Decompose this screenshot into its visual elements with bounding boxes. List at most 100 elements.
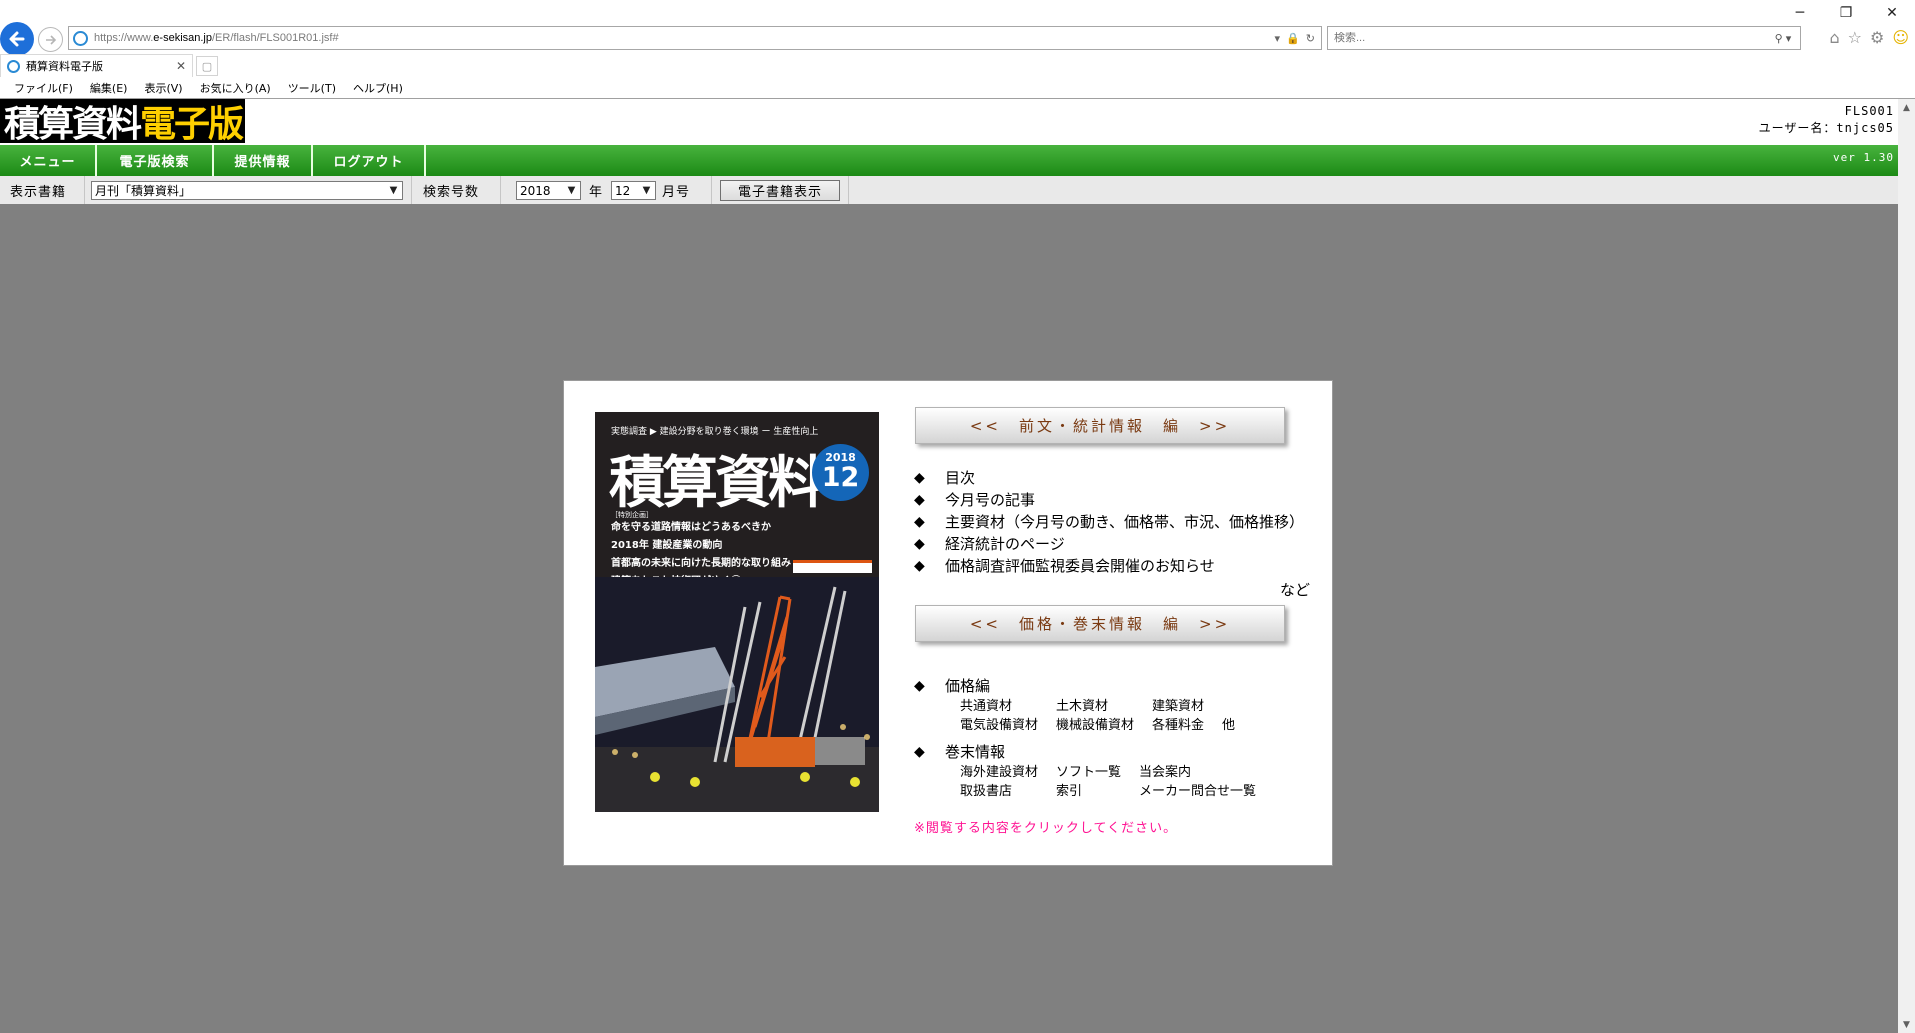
diamond-bullet-icon: ◆ — [914, 470, 925, 486]
list-item[interactable]: ◆ 今月号の記事 — [914, 489, 1304, 511]
price-item[interactable]: 建築資材 — [1152, 697, 1204, 716]
price-item[interactable]: 共通資材 — [960, 697, 1056, 716]
site-navbar: メニュー 電子版検索 提供情報 ログアウト ver 1.30 — [0, 145, 1898, 176]
cover-crane-photo — [595, 577, 879, 812]
tab-close-icon[interactable]: ✕ — [176, 59, 186, 73]
show-ebook-button[interactable]: 電子書籍表示 — [720, 180, 840, 201]
cover-title: 積算資料 — [609, 450, 824, 516]
menu-tools[interactable]: ツール(T) — [288, 80, 336, 96]
settings-gear-icon[interactable]: ⚙ — [1870, 28, 1884, 47]
ie-page-icon — [73, 30, 88, 46]
browser-menubar: ファイル(F) 編集(E) 表示(V) お気に入り(A) ツール(T) ヘルプ(… — [0, 78, 1915, 98]
dropdown-icon[interactable]: ▾ — [1275, 32, 1281, 45]
search-icon[interactable]: ⚲ ▾ — [1766, 32, 1800, 45]
price-item[interactable]: 電気設備資材 — [960, 716, 1056, 735]
back-arrow-icon — [9, 31, 25, 47]
price-item[interactable]: 機械設備資材 — [1056, 716, 1152, 735]
chevron-down-icon: ▼ — [567, 185, 576, 196]
content-card: 実態調査 ▶ 建設分野を取り巻く環境 ー 生産性向上 積算資料 2018 12 … — [563, 380, 1333, 866]
user-name: ユーザー名：tnjcs05 — [1758, 121, 1894, 135]
month-suffix: 月号 — [662, 184, 691, 200]
year-select[interactable]: 2018 ▼ — [516, 181, 581, 200]
diamond-bullet-icon: ◆ — [914, 558, 925, 574]
diamond-bullet-icon: ◆ — [914, 514, 925, 530]
nav-logout[interactable]: ログアウト — [313, 145, 426, 176]
tab-ie-icon — [7, 59, 20, 73]
diamond-bullet-icon: ◆ — [914, 536, 925, 552]
year-suffix: 年 — [589, 184, 604, 200]
book-label: 表示書籍 — [10, 184, 67, 200]
appendix-heading[interactable]: 巻末情報 — [945, 741, 1005, 763]
vertical-scrollbar[interactable]: ▲ ▼ — [1898, 99, 1915, 1033]
appendix-item[interactable]: ソフト一覧 — [1056, 763, 1139, 782]
appendix-item[interactable]: 取扱書店 — [960, 782, 1056, 801]
list-item[interactable]: ◆ 価格調査評価監視委員会開催のお知らせ — [914, 555, 1304, 577]
section1-item-list: ◆ 目次 ◆ 今月号の記事 ◆ 主要資材（今月号の動き、価格帯、市況、価格推移） ◆ 経… — [914, 467, 1304, 577]
appendix-group: ◆ 巻末情報 海外建設資材 ソフト一覧 当会案内 取扱書店 索引 メーカー問合せ一覧 — [914, 741, 1256, 801]
scroll-up-icon[interactable]: ▲ — [1898, 99, 1915, 116]
restore-button[interactable]: ❐ — [1823, 0, 1869, 26]
browser-search-box[interactable]: ⚲ ▾ — [1327, 26, 1801, 50]
nav-menu[interactable]: メニュー — [0, 145, 97, 176]
browser-tool-icons: ⌂ ☆ ⚙ ☺ — [1829, 28, 1909, 47]
filter-bar: 表示書籍 月刊「積算資料」 ▼ 検索号数 2018 ▼ 年 12 ▼ 月号 電子… — [0, 176, 1898, 204]
back-button[interactable] — [0, 22, 34, 56]
menu-file[interactable]: ファイル(F) — [14, 80, 73, 96]
refresh-icon[interactable]: ↻ — [1306, 32, 1315, 45]
minimize-button[interactable]: ─ — [1777, 0, 1823, 26]
book-select[interactable]: 月刊「積算資料」 ▼ — [91, 181, 403, 200]
appendix-item[interactable]: 当会案内 — [1139, 763, 1191, 782]
page-viewport: 積算資料 電子版 FLS001 ユーザー名：tnjcs05 メニュー 電子版検索 … — [0, 99, 1898, 1033]
price-item[interactable]: 各種料金 — [1152, 716, 1222, 735]
price-group: ◆ 価格編 共通資材 土木資材 建築資材 電気設備資材 機械設備資材 各種料金他 — [914, 675, 1235, 735]
list-item[interactable]: ◆ 目次 — [914, 467, 1304, 489]
scroll-down-icon[interactable]: ▼ — [1898, 1016, 1915, 1033]
browser-tab-active[interactable]: 積算資料電子版 ✕ — [0, 54, 193, 77]
appendix-item[interactable]: 索引 — [1056, 782, 1139, 801]
menu-edit[interactable]: 編集(E) — [90, 80, 128, 96]
appendix-item[interactable]: メーカー問合せ一覧 — [1139, 782, 1256, 801]
etc-label: など — [1280, 581, 1311, 599]
list-item[interactable]: ◆ 経済統計のページ — [914, 533, 1304, 555]
favorites-star-icon[interactable]: ☆ — [1848, 28, 1862, 47]
version-label: ver 1.30 — [1833, 151, 1894, 164]
close-window-button[interactable]: ✕ — [1869, 0, 1915, 26]
magazine-cover[interactable]: 実態調査 ▶ 建設分野を取り巻く環境 ー 生産性向上 積算資料 2018 12 … — [595, 412, 879, 812]
price-heading[interactable]: 価格編 — [945, 675, 990, 697]
menu-favorites[interactable]: お気に入り(A) — [200, 80, 271, 96]
site-logo: 積算資料 電子版 — [0, 99, 245, 145]
price-item[interactable]: 他 — [1222, 716, 1235, 735]
cover-series-line: 実態調査 ▶ 建設分野を取り巻く環境 ー 生産性向上 — [611, 427, 819, 437]
tab-title: 積算資料電子版 — [26, 60, 103, 73]
section-front-stats-button[interactable]: << 前文・統計情報 編 >> — [915, 407, 1285, 444]
screen-id: FLS001 — [1844, 104, 1894, 118]
cover-ad-badge — [793, 560, 872, 573]
chevron-down-icon: ▼ — [389, 185, 398, 196]
feedback-smiley-icon[interactable]: ☺ — [1892, 28, 1909, 47]
site-header: 積算資料 電子版 FLS001 ユーザー名：tnjcs05 — [0, 99, 1898, 145]
lock-icon[interactable]: 🔒 — [1286, 32, 1300, 45]
new-tab-button[interactable]: ▢ — [196, 56, 218, 76]
diamond-bullet-icon: ◆ — [914, 744, 925, 760]
screen-info: FLS001 ユーザー名：tnjcs05 — [1759, 103, 1894, 137]
browser-search-input[interactable] — [1334, 32, 1766, 44]
menu-help[interactable]: ヘルプ(H) — [353, 80, 403, 96]
menu-view[interactable]: 表示(V) — [144, 80, 182, 96]
home-icon[interactable]: ⌂ — [1829, 28, 1839, 47]
list-item[interactable]: ◆ 主要資材（今月号の動き、価格帯、市況、価格推移） — [914, 511, 1304, 533]
month-select[interactable]: 12 ▼ — [611, 181, 656, 200]
address-bar[interactable]: https://www.e-sekisan.jp/ER/flash/FLS001… — [68, 26, 1322, 50]
price-item[interactable]: 土木資材 — [1056, 697, 1152, 716]
nav-provided-info[interactable]: 提供情報 — [214, 145, 313, 176]
url-text[interactable]: https://www.e-sekisan.jp/ER/flash/FLS001… — [94, 32, 1275, 44]
chevron-down-icon: ▼ — [642, 185, 651, 196]
appendix-item[interactable]: 海外建設資材 — [960, 763, 1056, 782]
nav-ebook-search[interactable]: 電子版検索 — [97, 145, 214, 176]
issue-label: 検索号数 — [423, 184, 480, 200]
section-price-appendix-button[interactable]: << 価格・巻末情報 編 >> — [915, 605, 1285, 642]
diamond-bullet-icon: ◆ — [914, 492, 925, 508]
diamond-bullet-icon: ◆ — [914, 678, 925, 694]
browser-chrome: ─ ❐ ✕ https://www.e-sekisan.jp/ER/flash/… — [0, 0, 1915, 99]
forward-arrow-icon — [45, 34, 56, 45]
forward-button[interactable] — [38, 27, 63, 52]
